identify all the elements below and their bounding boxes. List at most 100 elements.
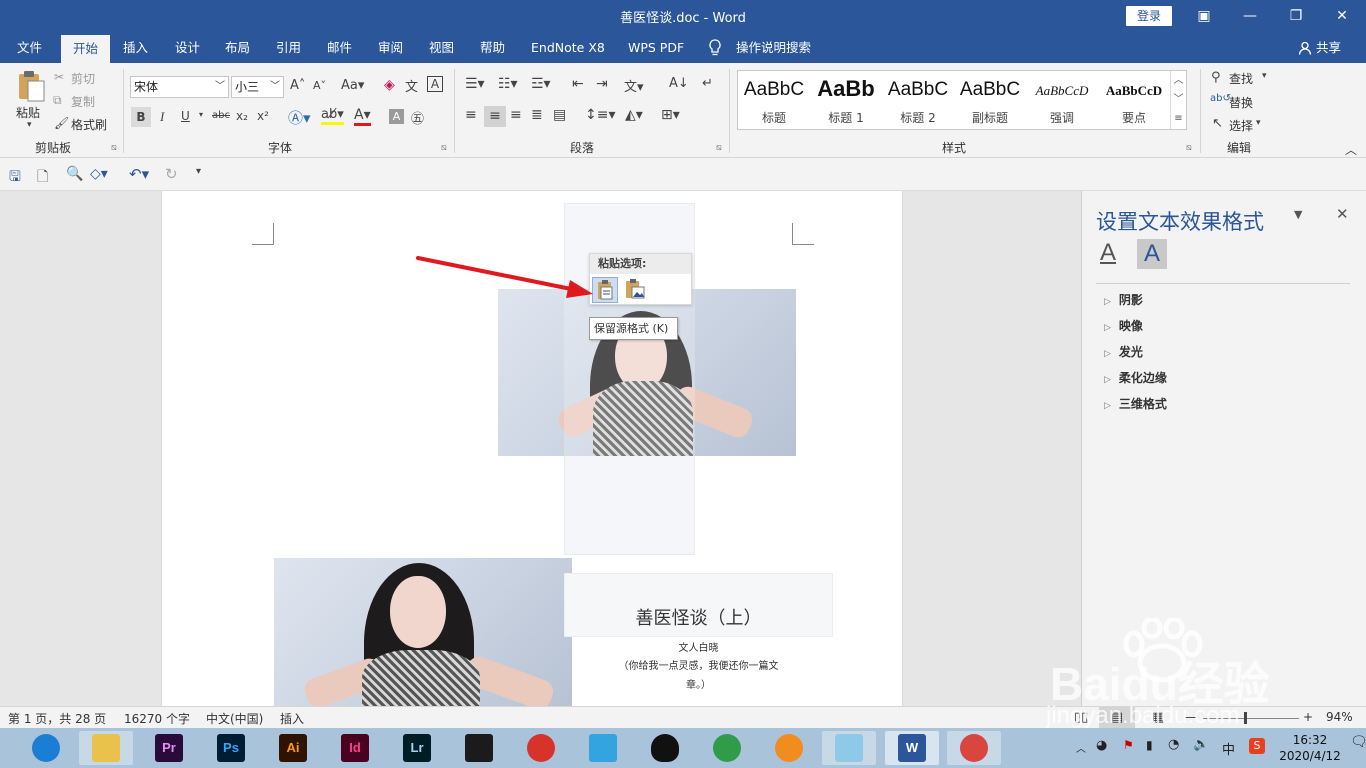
undo-icon[interactable]: ↶▾ xyxy=(129,165,149,183)
highlight-color-icon[interactable]: ab̸▾ xyxy=(321,107,344,125)
italic-button[interactable]: I xyxy=(160,109,164,125)
style-title[interactable]: AaBbC 标题 xyxy=(738,71,810,129)
taskbar-clock[interactable]: 16:32 2020/4/12 xyxy=(1275,732,1345,764)
show-marks-icon[interactable]: ↵ xyxy=(702,76,713,91)
tab-design[interactable]: 设计 xyxy=(175,33,200,63)
taskbar-app-orange[interactable] xyxy=(762,731,816,765)
taskbar-video[interactable] xyxy=(452,731,506,765)
zoom-slider-thumb[interactable] xyxy=(1244,712,1247,724)
close-button[interactable]: ✕ xyxy=(1329,4,1355,28)
taskbar-word[interactable]: W xyxy=(885,731,939,765)
font-size-combo[interactable]: 小三 ﹀ xyxy=(231,76,284,98)
format-painter-button[interactable]: 格式刷 xyxy=(71,116,107,133)
shading-icon[interactable]: ◭▾ xyxy=(625,107,643,123)
tray-wifi-icon[interactable]: ◔ xyxy=(1168,737,1179,752)
underline-dropdown-icon[interactable]: ▾ xyxy=(199,110,203,119)
character-shading-icon[interactable]: A xyxy=(389,109,404,124)
numbering-icon[interactable]: ☷▾ xyxy=(498,76,518,92)
pane-options-icon[interactable]: ▼ xyxy=(1294,208,1302,221)
customize-qat-icon[interactable]: ▾ xyxy=(196,166,201,177)
distributed-icon[interactable]: ▤ xyxy=(553,107,566,123)
taskbar-app-umbrella[interactable] xyxy=(514,731,568,765)
portrait-photo-bottom[interactable] xyxy=(274,558,572,706)
tab-layout[interactable]: 布局 xyxy=(225,33,250,63)
paste-dropdown-icon[interactable]: ▾ xyxy=(27,120,32,130)
taskbar-photoshop[interactable]: Ps xyxy=(204,731,258,765)
decrease-indent-icon[interactable]: ⇤ xyxy=(572,76,584,92)
underline-button[interactable]: U xyxy=(181,109,190,123)
tray-volume-icon[interactable]: 🔈 xyxy=(1193,737,1209,752)
paste-as-picture-button[interactable] xyxy=(623,277,649,303)
style-emphasis[interactable]: AaBbCcD 强调 xyxy=(1026,71,1098,129)
select-dropdown-icon[interactable]: ▾ xyxy=(1256,118,1261,128)
taskbar-explorer[interactable] xyxy=(79,731,133,765)
character-border-icon[interactable]: A xyxy=(427,76,443,92)
pane-section-shadow[interactable]: ▷ 阴影 xyxy=(1104,291,1143,308)
taskbar-illustrator[interactable]: Ai xyxy=(266,731,320,765)
align-right-icon[interactable]: ≡ xyxy=(510,107,522,123)
font-launcher-icon[interactable]: ⧅ xyxy=(441,143,447,153)
tab-file[interactable]: 文件 xyxy=(17,33,42,63)
tab-wps-pdf[interactable]: WPS PDF xyxy=(628,33,684,63)
align-left-icon[interactable]: ≡ xyxy=(465,107,477,123)
taskbar-premiere[interactable]: Pr xyxy=(142,731,196,765)
status-page-count[interactable]: 第 1 页，共 28 页 xyxy=(8,710,106,727)
styles-launcher-icon[interactable]: ⧅ xyxy=(1186,143,1192,153)
taskbar-browser[interactable] xyxy=(19,731,73,765)
print-preview-icon[interactable]: 🔍 xyxy=(66,166,83,182)
status-word-count[interactable]: 16270 个字 xyxy=(124,710,190,727)
change-case-icon[interactable]: Aa▾ xyxy=(341,78,364,93)
chinese-layout-icon[interactable]: 文▾ xyxy=(624,76,644,95)
taskbar-app-cat[interactable] xyxy=(576,731,630,765)
cut-button[interactable]: 剪切 xyxy=(71,70,95,87)
tray-battery-icon[interactable]: ▮ xyxy=(1146,738,1153,752)
tray-notifications-icon[interactable]: 🗨 xyxy=(1350,734,1366,750)
tab-review[interactable]: 审阅 xyxy=(378,33,403,63)
justify-icon[interactable]: ≣ xyxy=(531,107,543,123)
enclose-characters-icon[interactable]: ㊄ xyxy=(411,108,424,127)
text-effects-icon[interactable]: Ⓐ▾ xyxy=(288,107,311,128)
style-heading-2[interactable]: AaBbC 标题 2 xyxy=(882,71,954,129)
share-user-icon[interactable] xyxy=(1298,33,1312,63)
clear-formatting-icon[interactable]: ◈ xyxy=(384,77,395,93)
paragraph-launcher-icon[interactable]: ⧅ xyxy=(716,143,722,153)
tell-me-search[interactable]: 操作说明搜索 xyxy=(736,33,811,63)
select-button[interactable]: 选择 xyxy=(1229,117,1253,134)
styles-scroll-icon[interactable]: ︿ ﹀ ≡ xyxy=(1170,71,1186,129)
taskbar-app-avatar[interactable] xyxy=(947,731,1001,765)
tab-help[interactable]: 帮助 xyxy=(480,33,505,63)
text-effects-tab-icon[interactable]: A xyxy=(1137,239,1167,269)
copy-button[interactable]: 复制 xyxy=(71,93,95,110)
borders-icon[interactable]: ⊞▾ xyxy=(661,107,680,123)
taskbar-indesign[interactable]: Id xyxy=(328,731,382,765)
pane-section-glow[interactable]: ▷ 发光 xyxy=(1104,343,1143,360)
increase-indent-icon[interactable]: ⇥ xyxy=(596,76,608,92)
style-subtitle[interactable]: AaBbC 副标题 xyxy=(954,71,1026,129)
save-icon[interactable]: 🖫 xyxy=(9,166,21,190)
paste-button[interactable]: 粘贴 xyxy=(16,104,40,121)
clipboard-launcher-icon[interactable]: ⧅ xyxy=(111,143,117,153)
tab-references[interactable]: 引用 xyxy=(276,33,301,63)
tray-sogou-icon[interactable]: S xyxy=(1249,738,1265,754)
font-color-icon[interactable]: A▾ xyxy=(354,107,371,126)
tray-ime-indicator[interactable]: 中 xyxy=(1222,739,1235,758)
strikethrough-button[interactable]: abc xyxy=(212,110,230,121)
new-document-icon[interactable]: 🗋 xyxy=(37,166,48,190)
tab-view[interactable]: 视图 xyxy=(429,33,454,63)
restore-button[interactable]: ❐ xyxy=(1283,4,1309,28)
font-name-combo[interactable]: 宋体 ﹀ xyxy=(130,76,229,98)
taskbar-app-note[interactable] xyxy=(822,731,876,765)
grow-font-icon[interactable]: A˄ xyxy=(290,78,305,93)
minimize-button[interactable]: — xyxy=(1237,4,1263,28)
share-button[interactable]: 共享 xyxy=(1316,33,1341,63)
zoom-level[interactable]: 94% xyxy=(1326,710,1353,724)
login-button[interactable]: 登录 xyxy=(1126,6,1172,26)
phonetic-guide-icon[interactable]: 文 xyxy=(405,76,418,95)
taskbar-lightroom[interactable]: Lr xyxy=(390,731,444,765)
tab-insert[interactable]: 插入 xyxy=(123,33,148,63)
taskbar-chrome[interactable] xyxy=(700,731,754,765)
ribbon-display-options-icon[interactable]: ▣ xyxy=(1191,4,1217,28)
find-button[interactable]: 查找 xyxy=(1229,70,1253,87)
superscript-button[interactable]: x² xyxy=(257,109,269,123)
zoom-in-icon[interactable]: + xyxy=(1303,710,1313,724)
